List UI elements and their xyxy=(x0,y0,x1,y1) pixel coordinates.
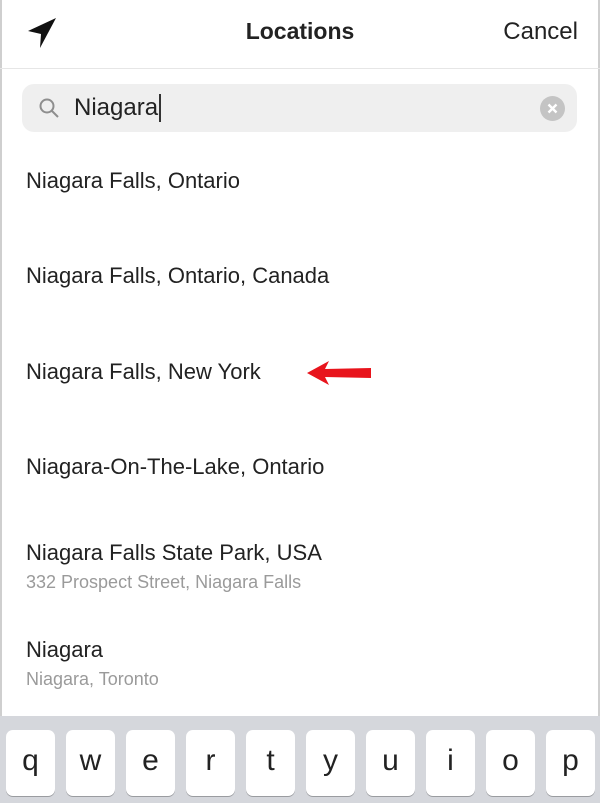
result-item[interactable]: Niagara-On-The-Lake, Ontario xyxy=(26,454,324,480)
key-q[interactable]: q xyxy=(6,730,55,796)
result-item[interactable]: Niagara Falls, Ontario, Canada xyxy=(26,263,329,289)
result-title: Niagara Falls, New York xyxy=(26,359,261,384)
result-title: Niagara Falls, Ontario, Canada xyxy=(26,263,330,288)
result-title: Niagara Falls State Park, USA xyxy=(26,540,322,565)
key-y[interactable]: y xyxy=(306,730,355,796)
result-subtitle: 332 Prospect Street, Niagara Falls xyxy=(26,572,302,592)
key-i[interactable]: i xyxy=(426,730,475,796)
key-w[interactable]: w xyxy=(66,730,115,796)
result-item[interactable]: Niagara Falls, New York xyxy=(26,359,261,385)
key-t[interactable]: t xyxy=(246,730,295,796)
red-arrow-icon xyxy=(307,361,371,385)
key-o[interactable]: o xyxy=(486,730,535,796)
key-p[interactable]: p xyxy=(546,730,595,796)
result-item[interactable]: Niagara Niagara, Toronto xyxy=(26,637,159,690)
search-icon xyxy=(39,98,59,118)
search-input[interactable]: Niagara xyxy=(22,84,577,132)
clear-icon xyxy=(547,103,558,114)
result-item[interactable]: Niagara Falls State Park, USA 332 Prospec… xyxy=(26,540,322,593)
keyboard: qwertyuiop xyxy=(0,716,600,803)
search-value[interactable]: Niagara xyxy=(74,94,162,122)
result-title: Niagara-On-The-Lake, Ontario xyxy=(26,454,325,479)
result-item[interactable]: Niagara Falls, Ontario xyxy=(26,168,240,194)
key-u[interactable]: u xyxy=(366,730,415,796)
clear-button[interactable] xyxy=(540,96,565,121)
key-e[interactable]: e xyxy=(126,730,175,796)
result-title: Niagara Falls, Ontario xyxy=(26,168,240,193)
cancel-button[interactable]: Cancel xyxy=(503,18,578,46)
result-subtitle: Niagara, Toronto xyxy=(26,669,159,689)
result-title: Niagara xyxy=(26,637,104,662)
key-r[interactable]: r xyxy=(186,730,235,796)
navigation-bar: Locations Cancel xyxy=(0,0,600,69)
